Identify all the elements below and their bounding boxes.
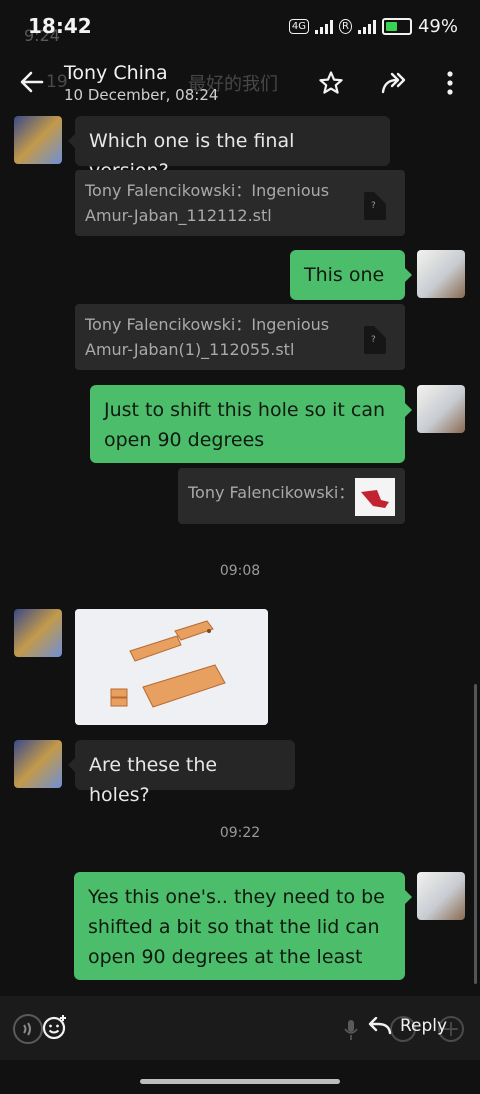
reply-arrow-icon	[368, 1017, 392, 1035]
timestamp: 09:08	[219, 563, 261, 579]
forward-icon[interactable]	[380, 70, 408, 96]
my-avatar[interactable]	[417, 872, 465, 920]
message-text: This one	[304, 264, 385, 286]
message-text: Just to shift this hole so it can open 9…	[104, 399, 386, 451]
status-icons: 4G R 49%	[288, 16, 458, 37]
message-bubble-out[interactable]: Yes this one's.. they need to be shifted…	[74, 872, 412, 980]
message-text: Are these the holes?	[89, 754, 218, 806]
signal-icon	[315, 19, 334, 34]
reply-button[interactable]: Reply	[368, 1016, 447, 1036]
quoted-file-text: Tony Falencikowski：Ingenious Amur-Jaban_…	[85, 181, 330, 225]
message-bubble-in[interactable]: Are these the holes?	[68, 740, 295, 806]
file-icon: ?	[364, 192, 386, 220]
voice-toggle-icon[interactable]	[12, 1013, 44, 1045]
network-type-badge: 4G	[288, 19, 310, 34]
contact-avatar[interactable]	[14, 116, 62, 164]
my-avatar[interactable]	[417, 385, 465, 433]
more-vert-icon[interactable]	[444, 70, 456, 96]
battery-percent: 49%	[417, 16, 458, 37]
star-icon[interactable]	[318, 70, 344, 96]
battery-icon	[381, 18, 412, 35]
message-bubble-in[interactable]: Which one is the final version?	[68, 116, 390, 182]
timestamp: 09:22	[219, 825, 261, 841]
message-bubble-out[interactable]: Just to shift this hole so it can open 9…	[90, 385, 412, 463]
quoted-image-text: Tony Falencikowski：	[188, 483, 355, 502]
quoted-file[interactable]: Tony Falencikowski：Ingenious Amur-Jaban(…	[75, 304, 405, 370]
r-icon: R	[339, 19, 352, 34]
signal-icon-2	[357, 19, 376, 34]
quoted-file[interactable]: Tony Falencikowski：Ingenious Amur-Jaban_…	[75, 170, 405, 236]
mic-icon[interactable]	[344, 1019, 358, 1041]
back-arrow-icon[interactable]	[18, 68, 46, 96]
status-time: 18:42	[28, 14, 92, 38]
chat-title[interactable]: Tony China	[64, 62, 168, 84]
chat-subtitle: 10 December, 08:24	[64, 86, 219, 104]
contact-avatar[interactable]	[14, 740, 62, 788]
file-icon: ?	[364, 326, 386, 354]
message-bubble-out[interactable]: This one	[290, 250, 412, 300]
home-indicator[interactable]	[140, 1079, 340, 1084]
quoted-image-thumbnail	[355, 478, 395, 516]
contact-avatar[interactable]	[14, 609, 62, 657]
scrollbar[interactable]	[474, 684, 477, 984]
image-message[interactable]	[75, 609, 268, 725]
message-text: Yes this one's.. they need to be shifted…	[88, 886, 385, 968]
my-avatar[interactable]	[417, 250, 465, 298]
emoji-icon[interactable]	[42, 1014, 68, 1040]
reply-label: Reply	[400, 1016, 448, 1036]
quoted-file-text: Tony Falencikowski：Ingenious Amur-Jaban(…	[85, 315, 330, 359]
